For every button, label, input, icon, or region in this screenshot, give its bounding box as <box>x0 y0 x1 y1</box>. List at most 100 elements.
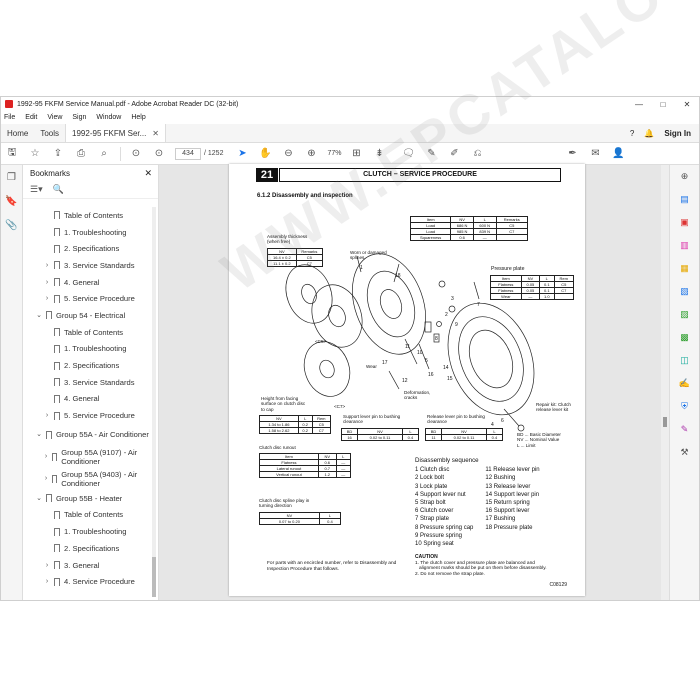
chevron-right-icon[interactable]: › <box>43 412 51 419</box>
share-user-icon[interactable]: 👤 <box>611 147 625 161</box>
redact-icon[interactable]: ▩ <box>670 326 699 349</box>
bookmark-item[interactable]: › 4. General <box>23 274 151 291</box>
attachments-icon[interactable]: 📎 <box>1 213 22 237</box>
bookmark-item[interactable]: Table of Contents <box>23 324 151 341</box>
bookmark-item[interactable]: › 4. Service Procedure <box>23 573 151 590</box>
bookmark-label: 3. General <box>64 560 100 570</box>
bookmark-item[interactable]: 1. Troubleshooting <box>23 224 151 241</box>
menu-view[interactable]: View <box>47 114 62 121</box>
scan-ocr-icon[interactable]: ◫ <box>670 349 699 372</box>
bookmark-item[interactable]: Table of Contents <box>23 507 151 524</box>
bookmark-item[interactable]: 2. Specifications <box>23 540 151 557</box>
minimize-button[interactable]: — <box>627 100 651 109</box>
chevron-right-icon[interactable]: › <box>43 474 49 483</box>
protect-icon[interactable]: ⛨ <box>670 395 699 418</box>
chevron-down-icon[interactable]: ⌄ <box>35 494 43 502</box>
bookmark-item[interactable]: › Group 55A (9403) - Air Conditioner <box>23 468 151 490</box>
bookmark-item[interactable]: 2. Specifications <box>23 357 151 374</box>
tab-home[interactable]: Home <box>1 124 34 142</box>
bookmark-star-icon[interactable]: ☆ <box>28 147 42 161</box>
select-cursor-icon[interactable]: ➤ <box>235 147 249 161</box>
bookmark-item[interactable]: 2. Specifications <box>23 240 151 257</box>
notifications-icon[interactable]: 🔔 <box>644 129 654 138</box>
chevron-right-icon[interactable]: › <box>43 452 49 461</box>
bookmarks-scrollbar[interactable] <box>152 207 156 597</box>
find-bookmark-icon[interactable]: 🔍 <box>53 184 64 195</box>
bookmark-item[interactable]: › 5. Service Procedure <box>23 290 151 307</box>
comment-tool-icon[interactable]: ▦ <box>670 257 699 280</box>
page-thumbnails-icon[interactable]: ❐ <box>1 165 22 189</box>
bookmarks-panel-icon[interactable]: 🔖 <box>1 189 22 213</box>
scroll-mode-icon[interactable]: ⇟ <box>372 147 386 161</box>
menu-help[interactable]: Help <box>131 114 145 121</box>
maximize-button[interactable]: □ <box>651 100 675 109</box>
bookmark-item[interactable]: 3. Service Standards <box>23 374 151 391</box>
bookmark-item[interactable]: ⌄ Group 54 - Electrical <box>23 307 151 324</box>
chevron-down-icon[interactable]: ⌄ <box>35 311 43 319</box>
chevron-right-icon[interactable]: › <box>43 578 51 585</box>
document-scroll-thumb[interactable] <box>663 417 667 427</box>
chevron-right-icon[interactable]: › <box>43 279 51 286</box>
chevron-right-icon[interactable]: › <box>43 562 51 569</box>
draw-icon[interactable]: ✐ <box>447 147 461 161</box>
help-icon[interactable]: ? <box>630 129 634 138</box>
bookmarks-scroll-thumb[interactable] <box>152 557 156 597</box>
fill-and-sign-icon[interactable]: ✍ <box>670 372 699 395</box>
bookmark-item[interactable]: 1. Troubleshooting <box>23 341 151 358</box>
zoom-in-icon[interactable]: ⊕ <box>304 147 318 161</box>
page-fit-icon[interactable]: ⊞ <box>349 147 363 161</box>
sign-in-button[interactable]: Sign In <box>664 129 691 138</box>
search-icon[interactable]: ⌕ <box>97 147 111 161</box>
bookmark-item[interactable]: Table of Contents <box>23 207 151 224</box>
next-page-icon[interactable]: ⊙ <box>152 147 166 161</box>
chevron-down-icon[interactable]: ⌄ <box>35 430 43 439</box>
menu-edit[interactable]: Edit <box>25 114 37 121</box>
menu-sign[interactable]: Sign <box>72 114 86 121</box>
bookmark-item[interactable]: 1. Troubleshooting <box>23 523 151 540</box>
height-table: NV L Rem 1.34 to 1.86 0.2 C5 1.58 to 2.62 0.2… <box>259 415 332 434</box>
create-pdf-icon[interactable]: ▣ <box>670 211 699 234</box>
close-window-button[interactable]: ✕ <box>675 100 699 109</box>
export-pdf-icon[interactable]: ▤ <box>670 188 699 211</box>
previous-page-icon[interactable]: ⊙ <box>129 147 143 161</box>
document-scrollbar[interactable] <box>661 165 669 600</box>
menu-file[interactable]: File <box>4 114 15 121</box>
bookmark-item[interactable]: › 5. Service Procedure <box>23 407 151 424</box>
sequence-title: Disassembly sequence <box>415 457 479 464</box>
bookmark-item[interactable]: ⌄ Group 55A - Air Conditioner <box>23 424 151 446</box>
tab-tools[interactable]: Tools <box>34 124 65 142</box>
organize-pages-icon[interactable]: ▨ <box>670 303 699 326</box>
label-c7: <C7> <box>334 404 346 409</box>
highlight-pen-icon[interactable]: ✎ <box>424 147 438 161</box>
email-icon[interactable]: ✉ <box>588 147 602 161</box>
page-number-input[interactable]: 434 <box>175 147 201 160</box>
bookmark-options-icon[interactable]: ☰▾ <box>30 184 43 195</box>
close-panel-icon[interactable]: ✕ <box>144 168 152 179</box>
tab-document[interactable]: 1992-95 FKFM Ser... ✕ <box>65 124 166 142</box>
save-icon[interactable]: 🖫 <box>5 147 19 161</box>
bookmark-item[interactable]: ⌄ Group 55B - Heater <box>23 490 151 507</box>
chevron-right-icon[interactable]: › <box>43 262 51 269</box>
comment-icon[interactable]: 🗨 <box>401 147 415 161</box>
print-icon[interactable]: ⎙ <box>74 147 88 161</box>
more-tools-icon[interactable]: ⚒ <box>670 441 699 464</box>
hand-tool-icon[interactable]: ✋ <box>258 147 272 161</box>
chevron-right-icon[interactable]: › <box>43 295 51 302</box>
close-tab-icon[interactable]: ✕ <box>152 129 159 138</box>
edit-pdf-icon[interactable]: ▥ <box>670 234 699 257</box>
upload-icon[interactable]: ⇪ <box>51 147 65 161</box>
zoom-tool-icon[interactable]: ⊕ <box>670 165 699 188</box>
combine-files-icon[interactable]: ▧ <box>670 280 699 303</box>
zoom-level-dropdown[interactable]: 77% <box>327 150 341 157</box>
bookmark-item[interactable]: › 3. Service Standards <box>23 257 151 274</box>
send-for-signature-icon[interactable]: ✎ <box>670 418 699 441</box>
zoom-out-icon[interactable]: ⊖ <box>281 147 295 161</box>
bookmark-item[interactable]: 4. General <box>23 391 151 408</box>
bookmark-item[interactable]: › Group 55A (9107) - Air Conditioner <box>23 446 151 468</box>
bookmark-label: Group 55A (9107) - Air Conditioner <box>61 447 138 466</box>
encircled-note: For parts with an encircled number, refe… <box>267 561 397 572</box>
stamp-icon[interactable]: ⎌ <box>470 147 484 161</box>
menu-window[interactable]: Window <box>96 114 121 121</box>
bookmark-item[interactable]: › 3. General <box>23 557 151 574</box>
fill-sign-icon[interactable]: ✒ <box>565 147 579 161</box>
